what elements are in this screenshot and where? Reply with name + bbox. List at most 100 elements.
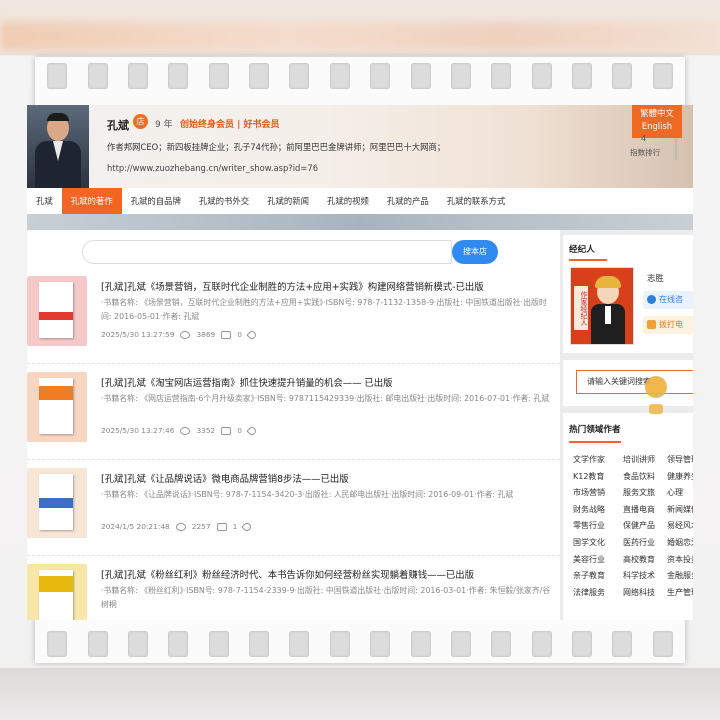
nav-item-works[interactable]: 孔斌的著作: [61, 188, 122, 214]
tag-icon[interactable]: [241, 520, 253, 533]
call-phone-button[interactable]: 拨打电: [643, 316, 693, 334]
book-cover[interactable]: [27, 276, 87, 346]
book-title-link[interactable]: [孔斌]孔斌《淘宝网店运营指南》抓住快速提升销量的机会—— 已出版: [101, 375, 393, 389]
nav-item-contact[interactable]: 孔斌的联系方式: [438, 188, 515, 214]
book-title-link[interactable]: [孔斌]孔斌《粉丝红利》粉丝经济时代、本书告诉你如何经营粉丝实现躺着赚钱——已出…: [101, 567, 474, 581]
list-item: [孔斌]孔斌《淘宝网店运营指南》抓住快速提升销量的机会—— 已出版 ·书籍名称:…: [27, 364, 560, 460]
nav-item-products[interactable]: 孔斌的产品: [378, 188, 438, 214]
category-link[interactable]: 服务文旅: [623, 486, 667, 501]
floating-chat-icon[interactable]: [645, 376, 667, 398]
shop-search-button[interactable]: 搜本店: [452, 240, 498, 264]
nav-item-news[interactable]: 孔斌的新闻: [258, 188, 318, 214]
author-url-link[interactable]: http://www.zuozhebang.cn/writer_show.asp…: [107, 163, 318, 173]
book-date: 2024/1/5 20:21:48: [101, 522, 170, 531]
shop-search-input[interactable]: [82, 240, 452, 264]
category-link[interactable]: 易经风水: [667, 519, 693, 534]
nav-item-home[interactable]: 孔斌: [27, 188, 62, 214]
film-hole: [652, 631, 673, 657]
eye-icon: [180, 426, 191, 435]
nav-item-diplomacy[interactable]: 孔斌的书外交: [190, 188, 258, 214]
nav-item-videos[interactable]: 孔斌的视频: [318, 188, 378, 214]
category-link[interactable]: 心理: [667, 486, 693, 501]
category-link[interactable]: 资本投资: [667, 553, 693, 568]
category-link[interactable]: 培训讲师: [623, 453, 667, 468]
category-link[interactable]: 国学文化: [573, 536, 623, 551]
book-cover[interactable]: [27, 468, 87, 538]
background-top-strip: [0, 22, 720, 50]
works-list: 搜本店 [孔斌]孔斌《场景营销，互联时代企业制胜的方法+应用+实践》构建网络营销…: [27, 230, 560, 620]
category-link[interactable]: 网络科技: [623, 586, 667, 601]
book-meta: ·书籍名称: 《粉丝红利》·ISBN号: 978-7-1154-2339-9·出…: [101, 586, 551, 609]
list-item: [孔斌]孔斌《场景营销，互联时代企业制胜的方法+应用+实践》构建网络营销新模式-…: [27, 268, 560, 364]
category-link[interactable]: 法律服务: [573, 586, 623, 601]
category-link[interactable]: 医药行业: [623, 536, 667, 551]
lang-traditional-chinese[interactable]: 繁體中文: [632, 107, 682, 120]
shop-badge-icon: 店: [133, 114, 148, 129]
book-title-link[interactable]: [孔斌]孔斌《让品牌说话》微电商品牌营销8步法——已出版: [101, 471, 349, 485]
film-hole: [370, 631, 391, 657]
category-link[interactable]: 美容行业: [573, 553, 623, 568]
film-hole: [652, 63, 673, 89]
book-cover[interactable]: [27, 564, 87, 620]
category-link[interactable]: 生产管理: [667, 586, 693, 601]
category-link[interactable]: 科学技术: [623, 569, 667, 584]
tag-icon[interactable]: [246, 328, 258, 341]
category-link[interactable]: 食品饮料: [623, 470, 667, 485]
film-hole: [450, 631, 471, 657]
category-link[interactable]: 零售行业: [573, 519, 623, 534]
keyword-search-input[interactable]: 请输入关键词搜索: [576, 370, 693, 394]
book-cover-inner: [39, 570, 73, 620]
comment-icon[interactable]: [221, 426, 232, 435]
book-views: 3352: [196, 426, 216, 435]
comment-icon[interactable]: [221, 330, 232, 339]
category-link[interactable]: 市场营销: [573, 486, 623, 501]
rank-label[interactable]: 指数排行: [630, 147, 660, 158]
film-hole: [370, 63, 391, 89]
film-hole: [249, 63, 270, 89]
category-link[interactable]: 金融服务: [667, 569, 693, 584]
film-hole: [127, 631, 148, 657]
membership-label[interactable]: 创始终身会员 | 好书会员: [180, 117, 280, 130]
author-avatar[interactable]: [27, 105, 89, 188]
film-hole: [127, 63, 148, 89]
book-title-link[interactable]: [孔斌]孔斌《场景营销，互联时代企业制胜的方法+应用+实践》构建网络营销新模式-…: [101, 279, 484, 293]
film-hole: [168, 631, 189, 657]
online-consult-button[interactable]: 在线咨: [643, 291, 693, 309]
nav-item-brand[interactable]: 孔斌的自品牌: [122, 188, 190, 214]
author-bio: 作者邦网CEO；新四板挂牌企业；孔子74代孙；前阿里巴巴金牌讲师；阿里巴巴十大网…: [107, 142, 446, 152]
category-link[interactable]: 新闻媒体: [667, 503, 693, 518]
floating-message-icon[interactable]: [649, 404, 663, 414]
film-hole: [47, 631, 68, 657]
online-consult-label: 在线咨: [659, 295, 683, 304]
author-nav: 孔斌 孔斌的著作 孔斌的自品牌 孔斌的书外交 孔斌的新闻 孔斌的视频 孔斌的产品…: [27, 188, 693, 214]
category-link[interactable]: 健康养生: [667, 470, 693, 485]
comment-icon[interactable]: [216, 522, 227, 531]
film-hole: [531, 63, 552, 89]
book-cover[interactable]: [27, 372, 87, 442]
film-hole: [572, 63, 593, 89]
film-hole: [329, 631, 350, 657]
category-link[interactable]: K12教育: [573, 470, 623, 485]
author-header: 孔斌 店 9 年 创始终身会员 | 好书会员 作者邦网CEO；新四板挂牌企业；孔…: [27, 105, 693, 188]
category-link[interactable]: 文学作家: [573, 453, 623, 468]
lang-english[interactable]: English: [632, 120, 682, 133]
book-meta: ·书籍名称: 《网店运营指南-6个月升级卖家》·ISBN号: 978711542…: [101, 394, 550, 403]
film-hole: [87, 63, 108, 89]
tag-icon[interactable]: [246, 424, 258, 437]
category-link[interactable]: 高校教育: [623, 553, 667, 568]
agent-avatar[interactable]: 作家经纪人: [570, 267, 634, 345]
category-link[interactable]: 领导管理: [667, 453, 693, 468]
category-link[interactable]: 婚姻恋爱: [667, 536, 693, 551]
book-meta: ·书籍名称: 《让品牌说话》·ISBN号: 978-7-1154-3420-3·…: [101, 490, 514, 499]
author-name: 孔斌: [107, 119, 129, 132]
category-link[interactable]: 保健产品: [623, 519, 667, 534]
category-link[interactable]: 直播电商: [623, 503, 667, 518]
film-hole: [410, 63, 431, 89]
film-hole: [612, 631, 633, 657]
film-holes-top: [35, 57, 685, 95]
background-bottom: [0, 668, 720, 720]
book-comments: 0: [237, 330, 242, 339]
category-link[interactable]: 财务战略: [573, 503, 623, 518]
category-link[interactable]: 亲子教育: [573, 569, 623, 584]
book-date: 2025/5/30 13:27:46: [101, 426, 175, 435]
